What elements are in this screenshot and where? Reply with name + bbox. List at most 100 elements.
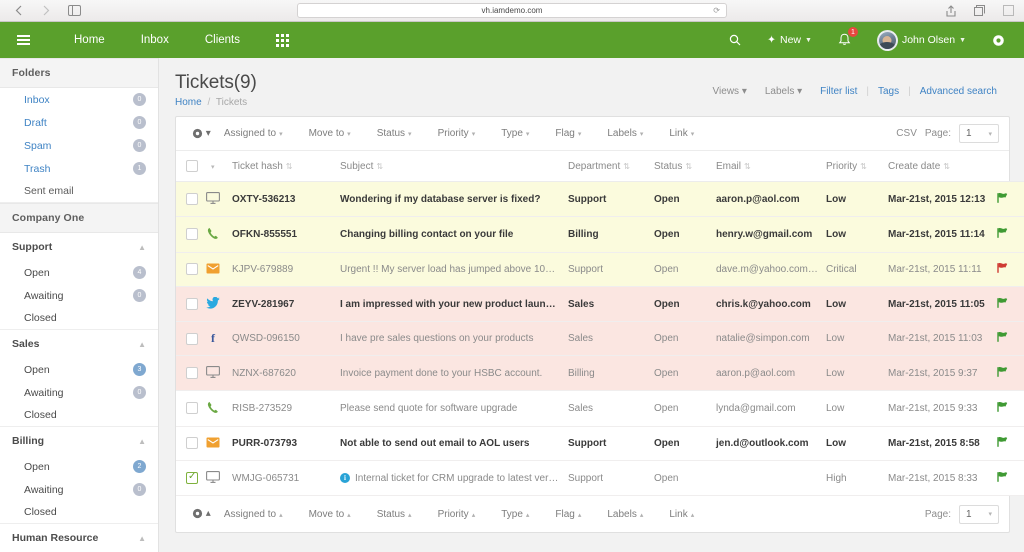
th-create-date[interactable]: Create date⇅ bbox=[884, 151, 992, 182]
sidebar-item-sent-email[interactable]: Sent email bbox=[0, 180, 158, 202]
sidebar-item-billing-awaiting[interactable]: Awaiting 0 bbox=[0, 478, 158, 501]
labels-dropdown[interactable]: Labels ▾ bbox=[756, 86, 811, 97]
table-row[interactable]: WMJG-065731iInternal ticket for CRM upgr… bbox=[176, 461, 1024, 496]
table-row[interactable]: fQWSD-096150I have pre sales questions o… bbox=[176, 322, 1024, 356]
cell-subject[interactable]: Urgent !! My server load has jumped abov… bbox=[336, 252, 564, 287]
reload-icon[interactable]: ⟳ bbox=[713, 6, 720, 15]
table-row[interactable]: OXTY-536213Wondering if my database serv… bbox=[176, 182, 1024, 217]
select-all-checkbox[interactable] bbox=[186, 160, 198, 172]
gear-icon[interactable]: ▾ bbox=[186, 128, 211, 139]
cell-subject[interactable]: Invoice payment done to your HSBC accoun… bbox=[336, 356, 564, 391]
filter-list-link[interactable]: Filter list bbox=[811, 86, 866, 97]
sidebar-item-support-awaiting[interactable]: Awaiting 0 bbox=[0, 284, 158, 307]
sidebar-item-support-open[interactable]: Open 4 bbox=[0, 261, 158, 284]
cell-flag[interactable] bbox=[992, 252, 1024, 287]
tabs-icon[interactable] bbox=[972, 3, 987, 18]
th-department[interactable]: Department⇅ bbox=[564, 151, 650, 182]
bottom-toolbar-type[interactable]: Type▴ bbox=[488, 509, 542, 520]
sidebar-item-sales-closed[interactable]: Closed bbox=[0, 404, 158, 426]
settings-button[interactable] bbox=[979, 22, 1018, 58]
page-select-top[interactable]: 1 ▾ bbox=[959, 124, 999, 143]
th-ticket-hash[interactable]: Ticket hash⇅ bbox=[228, 151, 336, 182]
row-checkbox[interactable] bbox=[186, 472, 198, 484]
cell-subject[interactable]: Please send quote for software upgrade bbox=[336, 391, 564, 427]
user-menu[interactable]: John Olsen ▼ bbox=[864, 22, 979, 58]
cell-ticket-hash[interactable]: OFKN-855551 bbox=[228, 217, 336, 253]
cell-flag[interactable] bbox=[992, 391, 1024, 427]
cell-flag[interactable] bbox=[992, 356, 1024, 391]
sidebar-group-title-human-resource[interactable]: Human Resource ▲ bbox=[0, 524, 158, 552]
flag-icon[interactable] bbox=[996, 366, 1008, 381]
cell-ticket-hash[interactable]: WMJG-065731 bbox=[228, 461, 336, 496]
cell-ticket-hash[interactable]: ZEYV-281967 bbox=[228, 287, 336, 322]
flag-icon[interactable] bbox=[996, 192, 1008, 207]
cell-ticket-hash[interactable]: KJPV-679889 bbox=[228, 252, 336, 287]
toolbar-assigned-to[interactable]: Assigned to▾ bbox=[211, 128, 296, 139]
cell-subject[interactable]: Changing billing contact on your file bbox=[336, 217, 564, 253]
bottom-toolbar-assigned-to[interactable]: Assigned to▴ bbox=[211, 509, 296, 520]
sidebar-item-sales-awaiting[interactable]: Awaiting 0 bbox=[0, 381, 158, 404]
cell-flag[interactable] bbox=[992, 426, 1024, 461]
forward-chevron-icon[interactable] bbox=[39, 3, 54, 18]
breadcrumb-home[interactable]: Home bbox=[175, 97, 202, 108]
row-checkbox-cell[interactable] bbox=[176, 356, 202, 391]
nav-link-home[interactable]: Home bbox=[56, 24, 123, 56]
tags-link[interactable]: Tags bbox=[869, 86, 908, 97]
th-status[interactable]: Status⇅ bbox=[650, 151, 712, 182]
sidebar-group-title-billing[interactable]: Billing ▲ bbox=[0, 427, 158, 455]
row-checkbox-cell[interactable] bbox=[176, 322, 202, 356]
flag-icon[interactable] bbox=[996, 227, 1008, 242]
th-select-all[interactable] bbox=[176, 151, 202, 182]
th-email[interactable]: Email⇅ bbox=[712, 151, 822, 182]
cell-ticket-hash[interactable]: RISB-273529 bbox=[228, 391, 336, 427]
cell-subject[interactable]: iInternal ticket for CRM upgrade to late… bbox=[336, 461, 564, 496]
row-checkbox[interactable] bbox=[186, 437, 198, 449]
back-chevron-icon[interactable] bbox=[11, 3, 26, 18]
row-checkbox[interactable] bbox=[186, 263, 198, 275]
toolbar-priority[interactable]: Priority▾ bbox=[425, 128, 489, 139]
bottom-toolbar-priority[interactable]: Priority▴ bbox=[425, 509, 489, 520]
nav-link-clients[interactable]: Clients bbox=[187, 24, 258, 56]
flag-icon[interactable] bbox=[996, 262, 1008, 277]
page-select-bottom[interactable]: 1 ▾ bbox=[959, 505, 999, 524]
share-icon[interactable] bbox=[943, 3, 958, 18]
nav-link-inbox[interactable]: Inbox bbox=[123, 24, 187, 56]
cell-subject[interactable]: I am impressed with your new product lau… bbox=[336, 287, 564, 322]
cell-ticket-hash[interactable]: QWSD-096150 bbox=[228, 322, 336, 356]
row-checkbox-cell[interactable] bbox=[176, 252, 202, 287]
cell-subject[interactable]: Wondering if my database server is fixed… bbox=[336, 182, 564, 217]
row-checkbox-cell[interactable] bbox=[176, 287, 202, 322]
bottom-toolbar-link[interactable]: Link▴ bbox=[656, 509, 707, 520]
flag-icon[interactable] bbox=[996, 297, 1008, 312]
browser-url-bar[interactable]: vh.iamdemo.com ⟳ bbox=[297, 3, 727, 18]
table-row[interactable]: RISB-273529Please send quote for softwar… bbox=[176, 391, 1024, 427]
row-checkbox[interactable] bbox=[186, 367, 198, 379]
apps-grid-icon[interactable] bbox=[276, 34, 289, 47]
flag-icon[interactable] bbox=[996, 471, 1008, 486]
sidebar-item-support-closed[interactable]: Closed bbox=[0, 307, 158, 329]
toolbar-move-to[interactable]: Move to▾ bbox=[296, 128, 364, 139]
cell-flag[interactable] bbox=[992, 322, 1024, 356]
flag-icon[interactable] bbox=[996, 401, 1008, 416]
flag-icon[interactable] bbox=[996, 331, 1008, 346]
views-dropdown[interactable]: Views ▾ bbox=[704, 86, 756, 97]
cell-ticket-hash[interactable]: PURR-073793 bbox=[228, 426, 336, 461]
row-checkbox[interactable] bbox=[186, 228, 198, 240]
toolbar-link[interactable]: Link▾ bbox=[656, 128, 707, 139]
sidebar-item-sales-open[interactable]: Open 3 bbox=[0, 358, 158, 381]
table-row[interactable]: PURR-073793Not able to send out email to… bbox=[176, 426, 1024, 461]
sidebar-group-title-sales[interactable]: Sales ▲ bbox=[0, 330, 158, 358]
table-row[interactable]: OFKN-855551Changing billing contact on y… bbox=[176, 217, 1024, 253]
new-button[interactable]: ✦ New ▼ bbox=[754, 22, 825, 58]
sidebar-item-billing-closed[interactable]: Closed bbox=[0, 501, 158, 523]
new-tab-icon[interactable] bbox=[1001, 3, 1016, 18]
toolbar-type[interactable]: Type▾ bbox=[488, 128, 542, 139]
cell-flag[interactable] bbox=[992, 461, 1024, 496]
row-checkbox-cell[interactable] bbox=[176, 391, 202, 427]
toolbar-flag[interactable]: Flag▾ bbox=[542, 128, 594, 139]
bottom-toolbar-status[interactable]: Status▴ bbox=[364, 509, 425, 520]
csv-export-link[interactable]: CSV bbox=[896, 128, 917, 139]
bottom-toolbar-flag[interactable]: Flag▴ bbox=[542, 509, 594, 520]
sidebar-item-billing-open[interactable]: Open 2 bbox=[0, 455, 158, 478]
advanced-search-link[interactable]: Advanced search bbox=[911, 86, 1006, 97]
